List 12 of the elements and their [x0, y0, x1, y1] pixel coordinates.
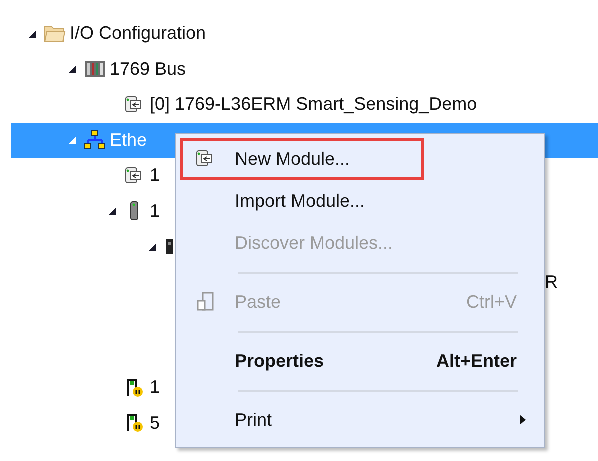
tree-item-label[interactable]: [0] 1769-L36ERM Smart_Sensing_Demo	[150, 94, 478, 116]
tree-item-label[interactable]: R	[545, 272, 558, 293]
tree-item-label[interactable]: 1	[150, 165, 160, 186]
menu-item[interactable]: Import Module...	[180, 180, 540, 222]
tree-item-label[interactable]: 1	[150, 200, 160, 222]
menu-item[interactable]: New Module...	[180, 138, 424, 180]
tree-item-label[interactable]: I/O Configuration	[70, 23, 206, 44]
tree-item-label[interactable]: 1769 Bus	[110, 58, 186, 80]
menu-item[interactable]: Print	[180, 399, 540, 441]
tree-item-label[interactable]: 5	[150, 412, 160, 434]
menu-item[interactable]: Properties Alt+Enter	[180, 340, 540, 382]
tree-item-label[interactable]: 1	[150, 377, 160, 398]
